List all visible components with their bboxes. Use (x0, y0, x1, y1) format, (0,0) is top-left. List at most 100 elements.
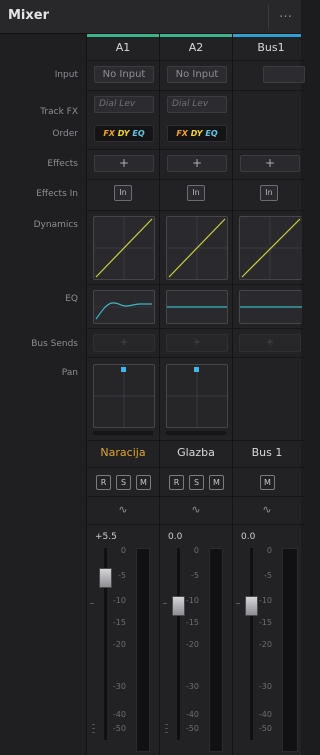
row-divider (160, 284, 232, 285)
input-select[interactable] (263, 66, 305, 83)
eq-graph[interactable] (239, 290, 302, 324)
eq-curve-icon (240, 306, 302, 308)
fader-gain-readout[interactable]: +5.5 (95, 532, 117, 542)
effects-in-toggle[interactable]: In (114, 185, 132, 201)
record-arm-button[interactable]: R (169, 475, 184, 490)
fader-gain-readout[interactable]: 0.0 (168, 532, 182, 542)
processing-order-button[interactable]: FX DY EQ (167, 125, 227, 142)
track-fx-slot[interactable]: Dial Lev (167, 96, 227, 113)
pan-grid-icon (94, 365, 154, 427)
row-divider (87, 149, 159, 150)
meter-scale-label: -30 (185, 682, 199, 691)
row-divider (233, 90, 305, 91)
add-effect-button[interactable]: + (167, 155, 227, 172)
effects-in-toggle[interactable]: In (260, 185, 278, 201)
record-arm-button[interactable]: R (96, 475, 111, 490)
channel-strip-a2: A2 No Input Dial Lev FX DY EQ + In + Gla… (160, 34, 233, 755)
meter-scale-label: -10 (112, 596, 126, 605)
unity-mark (236, 603, 240, 604)
meter-pip (92, 732, 95, 733)
eq-graph[interactable] (93, 290, 155, 324)
meter-pip (165, 724, 168, 725)
meter-scale-label: -30 (258, 682, 272, 691)
label-track-fx: Track FX (40, 107, 78, 117)
add-effect-button[interactable]: + (240, 155, 300, 172)
fader-gain-readout[interactable]: 0.0 (241, 532, 255, 542)
row-divider (87, 60, 159, 61)
input-select[interactable]: No Input (94, 66, 154, 83)
meter-scale-label: 0 (193, 546, 199, 555)
mute-button[interactable]: M (136, 475, 151, 490)
solo-button[interactable]: S (116, 475, 131, 490)
row-divider (233, 149, 305, 150)
channel-strip-a1: A1 No Input Dial Lev FX DY EQ + In + Nar… (87, 34, 160, 755)
dynamics-curve-icon (94, 217, 154, 279)
row-divider (87, 467, 159, 468)
track-fx-slot[interactable]: Dial Lev (94, 96, 154, 113)
level-meter (282, 548, 298, 752)
row-labels-column: Input Track FX Order Effects Effects In … (0, 34, 87, 755)
solo-button[interactable]: S (189, 475, 204, 490)
row-divider (233, 496, 305, 497)
bus-send-button[interactable]: + (239, 334, 301, 352)
pan-divergence-bar[interactable] (166, 431, 226, 435)
bus-send-button[interactable]: + (93, 334, 155, 352)
row-divider (160, 179, 232, 180)
row-divider (233, 467, 305, 468)
dynamics-graph[interactable] (166, 216, 228, 280)
meter-scale-label: -40 (185, 710, 199, 719)
meter-scale-label: -15 (112, 618, 126, 627)
eq-curve-icon (94, 302, 154, 320)
row-divider (87, 524, 159, 525)
row-divider (233, 60, 305, 61)
unity-mark (90, 603, 94, 604)
processing-order-button[interactable]: FX DY EQ (94, 125, 154, 142)
mute-button[interactable]: M (209, 475, 224, 490)
label-pan: Pan (61, 368, 78, 378)
track-name[interactable]: Naracija (87, 446, 159, 459)
pan-control[interactable] (93, 364, 155, 428)
row-divider (160, 357, 232, 358)
level-meter (209, 548, 223, 752)
eq-graph[interactable] (166, 290, 228, 324)
more-options-icon[interactable]: … (279, 6, 293, 21)
order-dy-label: DY (117, 129, 130, 138)
track-name[interactable]: Glazba (160, 446, 232, 459)
effects-in-toggle[interactable]: In (187, 185, 205, 201)
meter-scale-label: -5 (191, 571, 199, 580)
meter-scale-label: 0 (120, 546, 126, 555)
meter-scale-label: -15 (258, 618, 272, 627)
row-divider (160, 90, 232, 91)
mute-button[interactable]: M (260, 475, 275, 490)
channel-color-bar (87, 34, 159, 37)
meter-pip (92, 724, 95, 725)
row-divider (233, 440, 305, 441)
row-divider (87, 210, 159, 211)
label-order: Order (52, 129, 78, 139)
row-divider (233, 210, 305, 211)
unity-mark (163, 603, 167, 604)
meter-scale-label: -40 (112, 710, 126, 719)
eq-curve-icon (167, 306, 227, 308)
panel-title: Mixer (8, 8, 50, 23)
pan-control[interactable] (166, 364, 228, 428)
header-divider (268, 4, 269, 29)
input-select[interactable]: No Input (167, 66, 227, 83)
automation-icon[interactable]: ∿ (87, 503, 159, 516)
automation-icon[interactable]: ∿ (233, 503, 301, 516)
meter-scale-label: -5 (264, 571, 272, 580)
row-divider (160, 496, 232, 497)
dynamics-graph[interactable] (93, 216, 155, 280)
meter-scale-label: -40 (258, 710, 272, 719)
dynamics-graph[interactable] (239, 216, 302, 280)
bus-send-button[interactable]: + (166, 334, 228, 352)
track-name[interactable]: Bus 1 (233, 446, 301, 459)
channel-strip-bus1: Bus1 + In + Bus 1 M ∿ 0.0 0 -5 -10 -15 -… (233, 34, 305, 755)
pan-divergence-bar[interactable] (93, 431, 153, 435)
meter-pip (165, 732, 168, 733)
row-divider (160, 149, 232, 150)
automation-icon[interactable]: ∿ (160, 503, 232, 516)
add-effect-button[interactable]: + (94, 155, 154, 172)
meter-scale-label: -10 (185, 596, 199, 605)
label-dynamics: Dynamics (33, 220, 78, 230)
